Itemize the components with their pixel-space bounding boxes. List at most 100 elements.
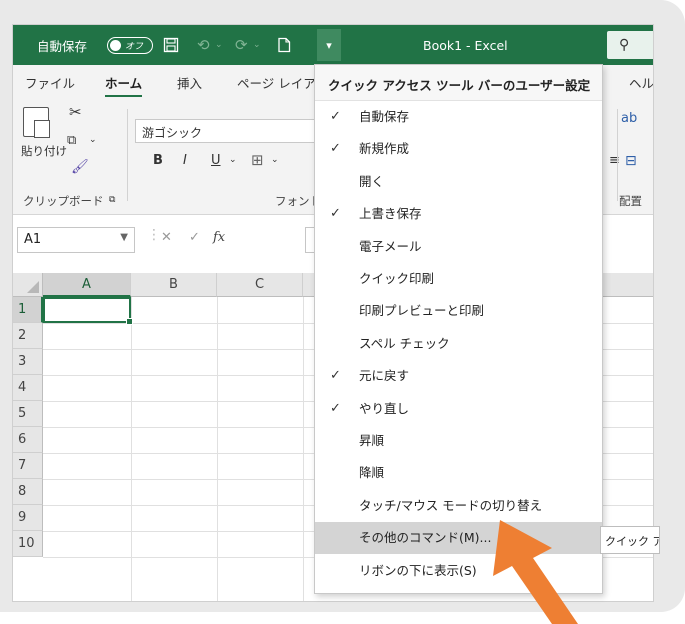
menu-item-label: やり直し	[359, 400, 410, 416]
menu-item-label: 上書き保存	[359, 206, 422, 222]
row-header-3[interactable]: 3	[13, 349, 43, 375]
row-header-6[interactable]: 6	[13, 427, 43, 453]
menu-item[interactable]: タッチ/マウス モードの切り替え	[315, 490, 602, 522]
underline-button[interactable]: U	[211, 153, 221, 168]
borders-icon[interactable]: ⊞	[251, 151, 264, 169]
active-cell-a1[interactable]	[43, 297, 133, 325]
menu-item-label: 新規作成	[359, 141, 410, 157]
checkmark-icon: ✓	[330, 368, 341, 384]
arrow-shape	[493, 520, 578, 624]
wrap-text-icon[interactable]: ab	[621, 111, 637, 126]
group-divider	[617, 109, 618, 201]
name-box-value: A1	[24, 232, 42, 247]
row-header-8[interactable]: 8	[13, 479, 43, 505]
tab-page-layout[interactable]: ページ レイア	[237, 73, 316, 92]
menu-item-label: クイック印刷	[359, 271, 435, 286]
menu-item-label: スペル チェック	[359, 335, 450, 351]
align-right-icon[interactable]: ≡	[609, 153, 620, 168]
clipboard-launcher-icon[interactable]: ⧉	[109, 195, 115, 205]
checkmark-icon: ✓	[330, 400, 341, 416]
pointer-arrow-icon	[493, 520, 578, 624]
menu-item[interactable]: クイック印刷	[315, 263, 602, 295]
menu-item[interactable]: ✓ 自動保存	[315, 101, 602, 133]
menu-item-label: 開く	[359, 173, 385, 189]
undo-dropdown-icon[interactable]: ⌄	[215, 25, 223, 65]
menu-item[interactable]: スペル チェック	[315, 328, 602, 360]
group-divider	[127, 109, 128, 201]
row-header-9[interactable]: 9	[13, 505, 43, 531]
undo-icon[interactable]: ⟲	[197, 25, 210, 65]
menu-item-label: タッチ/マウス モードの切り替え	[359, 497, 543, 513]
menu-item[interactable]: ✓ やり直し	[315, 393, 602, 425]
formula-bar-divider: ⋮	[147, 227, 161, 243]
paste-icon[interactable]	[23, 107, 50, 138]
menu-item-label: 印刷プレビューと印刷	[359, 303, 485, 319]
row-header-10[interactable]: 10	[13, 531, 43, 557]
tab-home[interactable]: ホーム	[105, 73, 143, 97]
underline-dropdown-icon[interactable]: ⌄	[229, 155, 237, 165]
tab-file[interactable]: ファイル	[25, 73, 75, 92]
column-header-a[interactable]: A	[43, 273, 131, 297]
alignment-group-label: 配置	[619, 194, 642, 208]
clipboard-group-label: クリップボード	[23, 194, 104, 208]
menu-item-label: 昇順	[359, 433, 385, 448]
menu-item-label: 元に戻す	[359, 368, 410, 384]
menu-item[interactable]: ✓ 新規作成	[315, 133, 602, 165]
menu-item-label: リボンの下に表示(S)	[359, 562, 477, 578]
autosave-toggle-state: オフ	[125, 42, 144, 52]
menu-item[interactable]: 印刷プレビューと印刷	[315, 295, 602, 327]
copy-icon[interactable]: ⧉	[67, 133, 76, 148]
tab-insert[interactable]: 挿入	[177, 73, 202, 92]
title-bar: 自動保存 オフ ⟲ ⌄ ⟳ ⌄ ▾ Book1 - Excel ⚲	[13, 25, 653, 65]
format-painter-icon[interactable]: 🖌	[71, 159, 89, 175]
checkmark-icon: ✓	[330, 206, 341, 222]
enter-icon[interactable]: ✓	[189, 230, 200, 245]
tab-help[interactable]: ヘル	[629, 73, 653, 92]
menu-item[interactable]: ✓ 元に戻す	[315, 360, 602, 392]
autosave-toggle[interactable]: オフ	[107, 37, 153, 54]
cancel-icon[interactable]: ✕	[161, 230, 172, 245]
new-file-icon[interactable]	[277, 25, 291, 65]
copy-dropdown-icon[interactable]: ⌄	[89, 135, 97, 145]
menu-item[interactable]: 開く	[315, 166, 602, 198]
bold-button[interactable]: B	[153, 153, 163, 168]
document-title: Book1 - Excel	[423, 37, 508, 53]
menu-item[interactable]: 降順	[315, 457, 602, 489]
column-header-b[interactable]: B	[131, 273, 217, 297]
italic-button[interactable]: I	[183, 153, 187, 168]
toggle-knob	[110, 40, 121, 51]
save-icon[interactable]	[163, 25, 179, 65]
tooltip: クイック ア	[600, 526, 660, 554]
qat-customize-dropdown-button[interactable]: ▾	[317, 29, 341, 61]
menu-item-label: 電子メール	[359, 238, 422, 254]
menu-item[interactable]: 昇順	[315, 425, 602, 457]
row-header-1[interactable]: 1	[13, 297, 43, 323]
checkmark-icon: ✓	[330, 109, 341, 124]
search-icon: ⚲	[619, 37, 630, 53]
checkmark-icon: ✓	[330, 141, 341, 157]
row-header-2[interactable]: 2	[13, 323, 43, 349]
merge-center-icon[interactable]: ⊟	[625, 153, 637, 169]
menu-item[interactable]: ✓ 上書き保存	[315, 198, 602, 230]
cut-icon[interactable]: ✂	[69, 103, 82, 121]
paste-label[interactable]: 貼り付け	[21, 143, 67, 159]
name-box[interactable]: A1 ▼	[17, 227, 135, 253]
insert-function-icon[interactable]: fx	[213, 230, 225, 245]
autosave-label: 自動保存	[37, 38, 88, 54]
menu-title: クイック アクセス ツール バーのユーザー設定	[315, 65, 602, 101]
row-header-7[interactable]: 7	[13, 453, 43, 479]
redo-dropdown-icon[interactable]: ⌄	[253, 25, 261, 65]
name-box-dropdown-icon[interactable]: ▼	[120, 232, 128, 243]
select-all-button[interactable]	[13, 273, 43, 297]
menu-item-label: 降順	[359, 465, 385, 481]
row-header-5[interactable]: 5	[13, 401, 43, 427]
row-header-4[interactable]: 4	[13, 375, 43, 401]
menu-item-label: 自動保存	[359, 109, 410, 124]
search-box[interactable]: ⚲	[607, 31, 653, 59]
font-name-box[interactable]: 游ゴシック	[135, 119, 315, 143]
menu-item[interactable]: 電子メール	[315, 231, 602, 263]
qat-customize-menu: クイック アクセス ツール バーのユーザー設定 ✓ 自動保存 ✓ 新規作成開く ✓ 上書き…	[314, 64, 603, 594]
borders-dropdown-icon[interactable]: ⌄	[271, 155, 279, 165]
redo-icon[interactable]: ⟳	[235, 25, 248, 65]
column-header-c[interactable]: C	[217, 273, 303, 297]
